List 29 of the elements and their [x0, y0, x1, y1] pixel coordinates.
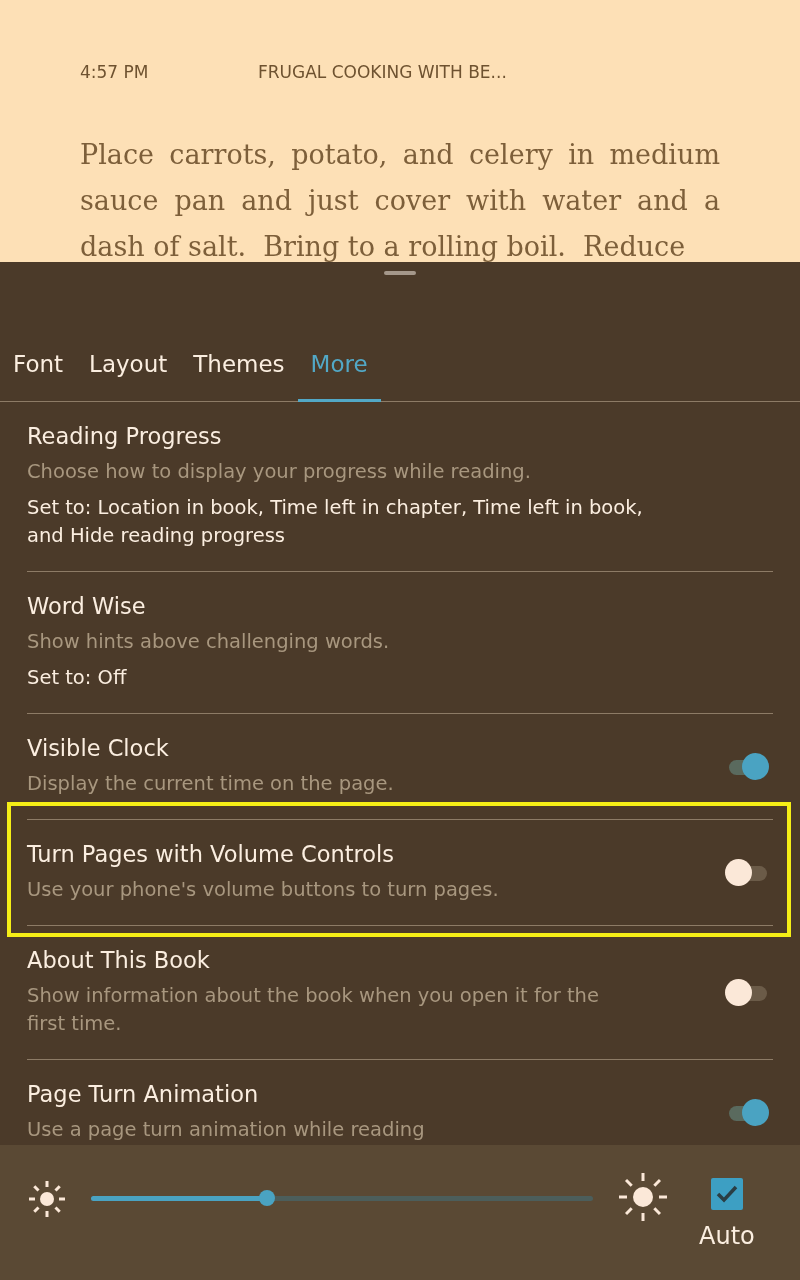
book-title: FRUGAL COOKING WITH BE...	[258, 62, 507, 82]
setting-title: About This Book	[27, 947, 211, 973]
setting-title: Page Turn Animation	[27, 1081, 260, 1107]
auto-checkbox[interactable]	[710, 1178, 743, 1210]
setting-description: Choose how to display your progress while reading.	[27, 459, 532, 485]
setting-title: Turn Pages with Volume Controls	[27, 841, 395, 867]
setting-title: Word Wise	[27, 593, 147, 619]
settings-tab[interactable]: Font	[0, 322, 77, 402]
setting-description: Show information about the book when you open it for the first time.	[27, 983, 600, 1037]
setting-description: Use your phone's volume buttons to turn pages.	[27, 877, 500, 903]
toggle-switch[interactable]	[725, 858, 769, 887]
clock-time: 4:57 PM	[80, 62, 150, 82]
brightness-slider[interactable]	[91, 1188, 593, 1208]
setting-title: Visible Clock	[27, 735, 170, 761]
settings-tab[interactable]: Layout	[76, 322, 181, 402]
setting-description: Show hints above challenging words.	[27, 629, 391, 655]
setting-value: Set to: Off	[27, 665, 128, 691]
toggle-switch[interactable]	[725, 978, 769, 1007]
dim-sun-icon	[27, 1179, 67, 1219]
settings-tab[interactable]: More	[297, 322, 381, 402]
setting-value: Set to: Location in book, Time left in chapter, Time left in book, and Hide reading progress	[27, 495, 644, 549]
setting-title: Reading Progress	[27, 423, 223, 449]
settings-tab[interactable]: Themes	[180, 322, 298, 402]
setting-description: Use a page turn animation while reading	[27, 1117, 426, 1143]
auto-label: Auto	[699, 1222, 755, 1250]
drag-handle[interactable]	[384, 271, 416, 275]
setting-description: Display the current time on the page.	[27, 771, 395, 797]
book-paragraph: Place carrots, potato, and celery in medium sauce pan and just cover with water and a dash of salt. Bring to a rolling boil. Reduce	[80, 138, 720, 262]
bright-sun-icon	[617, 1171, 669, 1223]
